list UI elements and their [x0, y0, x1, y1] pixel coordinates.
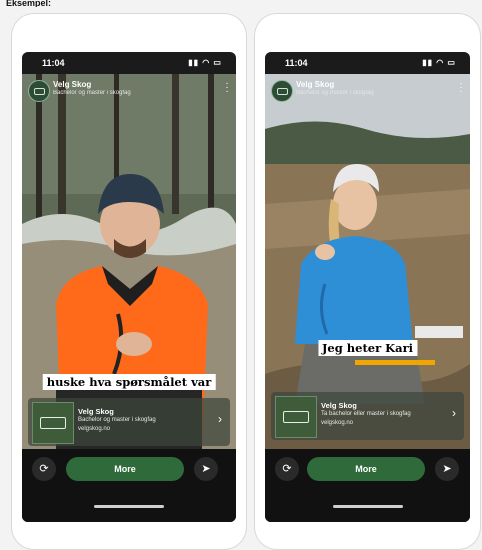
brand-name: Velg Skog: [296, 80, 335, 89]
brand-subtitle: Bachelor og master i skogfag: [53, 90, 131, 96]
more-options-icon[interactable]: · · ·: [224, 79, 230, 97]
status-bar: 11:04 ▮▮ ◠ ▭: [22, 52, 236, 74]
video-player[interactable]: Velg Skog Bachelor og master i skogfag ·…: [265, 74, 470, 449]
status-time: 11:04: [285, 58, 308, 68]
brand-logo: [271, 80, 293, 102]
status-time: 11:04: [42, 58, 65, 68]
ad-line-2: velgskog.no: [321, 420, 354, 426]
phone-screen: 11:04 ▮▮ ◠ ▭ Velg Skog Bachelor og maste…: [265, 52, 470, 522]
share-icon[interactable]: ➤: [194, 457, 218, 481]
video-caption: Jeg heter Kari: [317, 340, 418, 356]
ad-line-1: Ta bachelor eller master i skogfag: [321, 411, 411, 417]
chevron-right-icon: ›: [452, 406, 456, 420]
header-label: Eksempel:: [6, 0, 52, 7]
phone-frame-left: 11:04 ▮▮ ◠ ▭ Velg Skog Bachelor og maste…: [12, 14, 246, 549]
replay-icon[interactable]: ⟳: [275, 457, 299, 481]
video-player[interactable]: Velg Skog Bachelor og master i skogfag ·…: [22, 74, 236, 449]
video-frame-forest-man: [22, 74, 236, 449]
home-indicator: [94, 505, 164, 508]
more-button[interactable]: More: [307, 457, 425, 481]
home-indicator: [332, 505, 403, 508]
ad-thumbnail: [275, 396, 317, 438]
ad-title: Velg Skog: [321, 401, 357, 410]
sponsor-header[interactable]: Velg Skog Bachelor og master i skogfag ·…: [28, 78, 230, 104]
brand-name: Velg Skog: [53, 80, 92, 89]
bottom-action-bar: ⟳ More ➤: [22, 449, 236, 522]
status-bar: 11:04 ▮▮ ◠ ▭: [265, 52, 470, 74]
ad-title: Velg Skog: [78, 407, 114, 416]
ad-line-2: velgskog.no: [78, 426, 111, 432]
phone-screen: 11:04 ▮▮ ◠ ▭ Velg Skog Bachelor og maste…: [22, 52, 236, 522]
video-caption: huske hva spørsmålet var: [42, 374, 216, 390]
more-options-icon[interactable]: · · ·: [458, 79, 464, 97]
phone-frame-right: 11:04 ▮▮ ◠ ▭ Velg Skog Bachelor og maste…: [255, 14, 480, 549]
brand-subtitle: Bachelor og master i skogfag: [296, 90, 374, 96]
bottom-action-bar: ⟳ More ➤: [265, 449, 470, 522]
more-button[interactable]: More: [66, 457, 184, 481]
signal-wifi-battery-icon: ▮▮ ◠ ▭: [188, 58, 222, 67]
ad-card[interactable]: Velg Skog Bachelor og master i skogfag v…: [28, 398, 230, 446]
sponsor-header[interactable]: Velg Skog Bachelor og master i skogfag ·…: [271, 78, 464, 104]
chevron-right-icon: ›: [218, 412, 222, 426]
replay-icon[interactable]: ⟳: [32, 457, 56, 481]
ad-card[interactable]: Velg Skog Ta bachelor eller master i sko…: [271, 392, 464, 440]
brand-logo: [28, 80, 50, 102]
share-icon[interactable]: ➤: [435, 457, 459, 481]
ad-line-1: Bachelor og master i skogfag: [78, 417, 156, 423]
ad-thumbnail: [32, 402, 74, 444]
signal-wifi-battery-icon: ▮▮ ◠ ▭: [422, 58, 456, 67]
